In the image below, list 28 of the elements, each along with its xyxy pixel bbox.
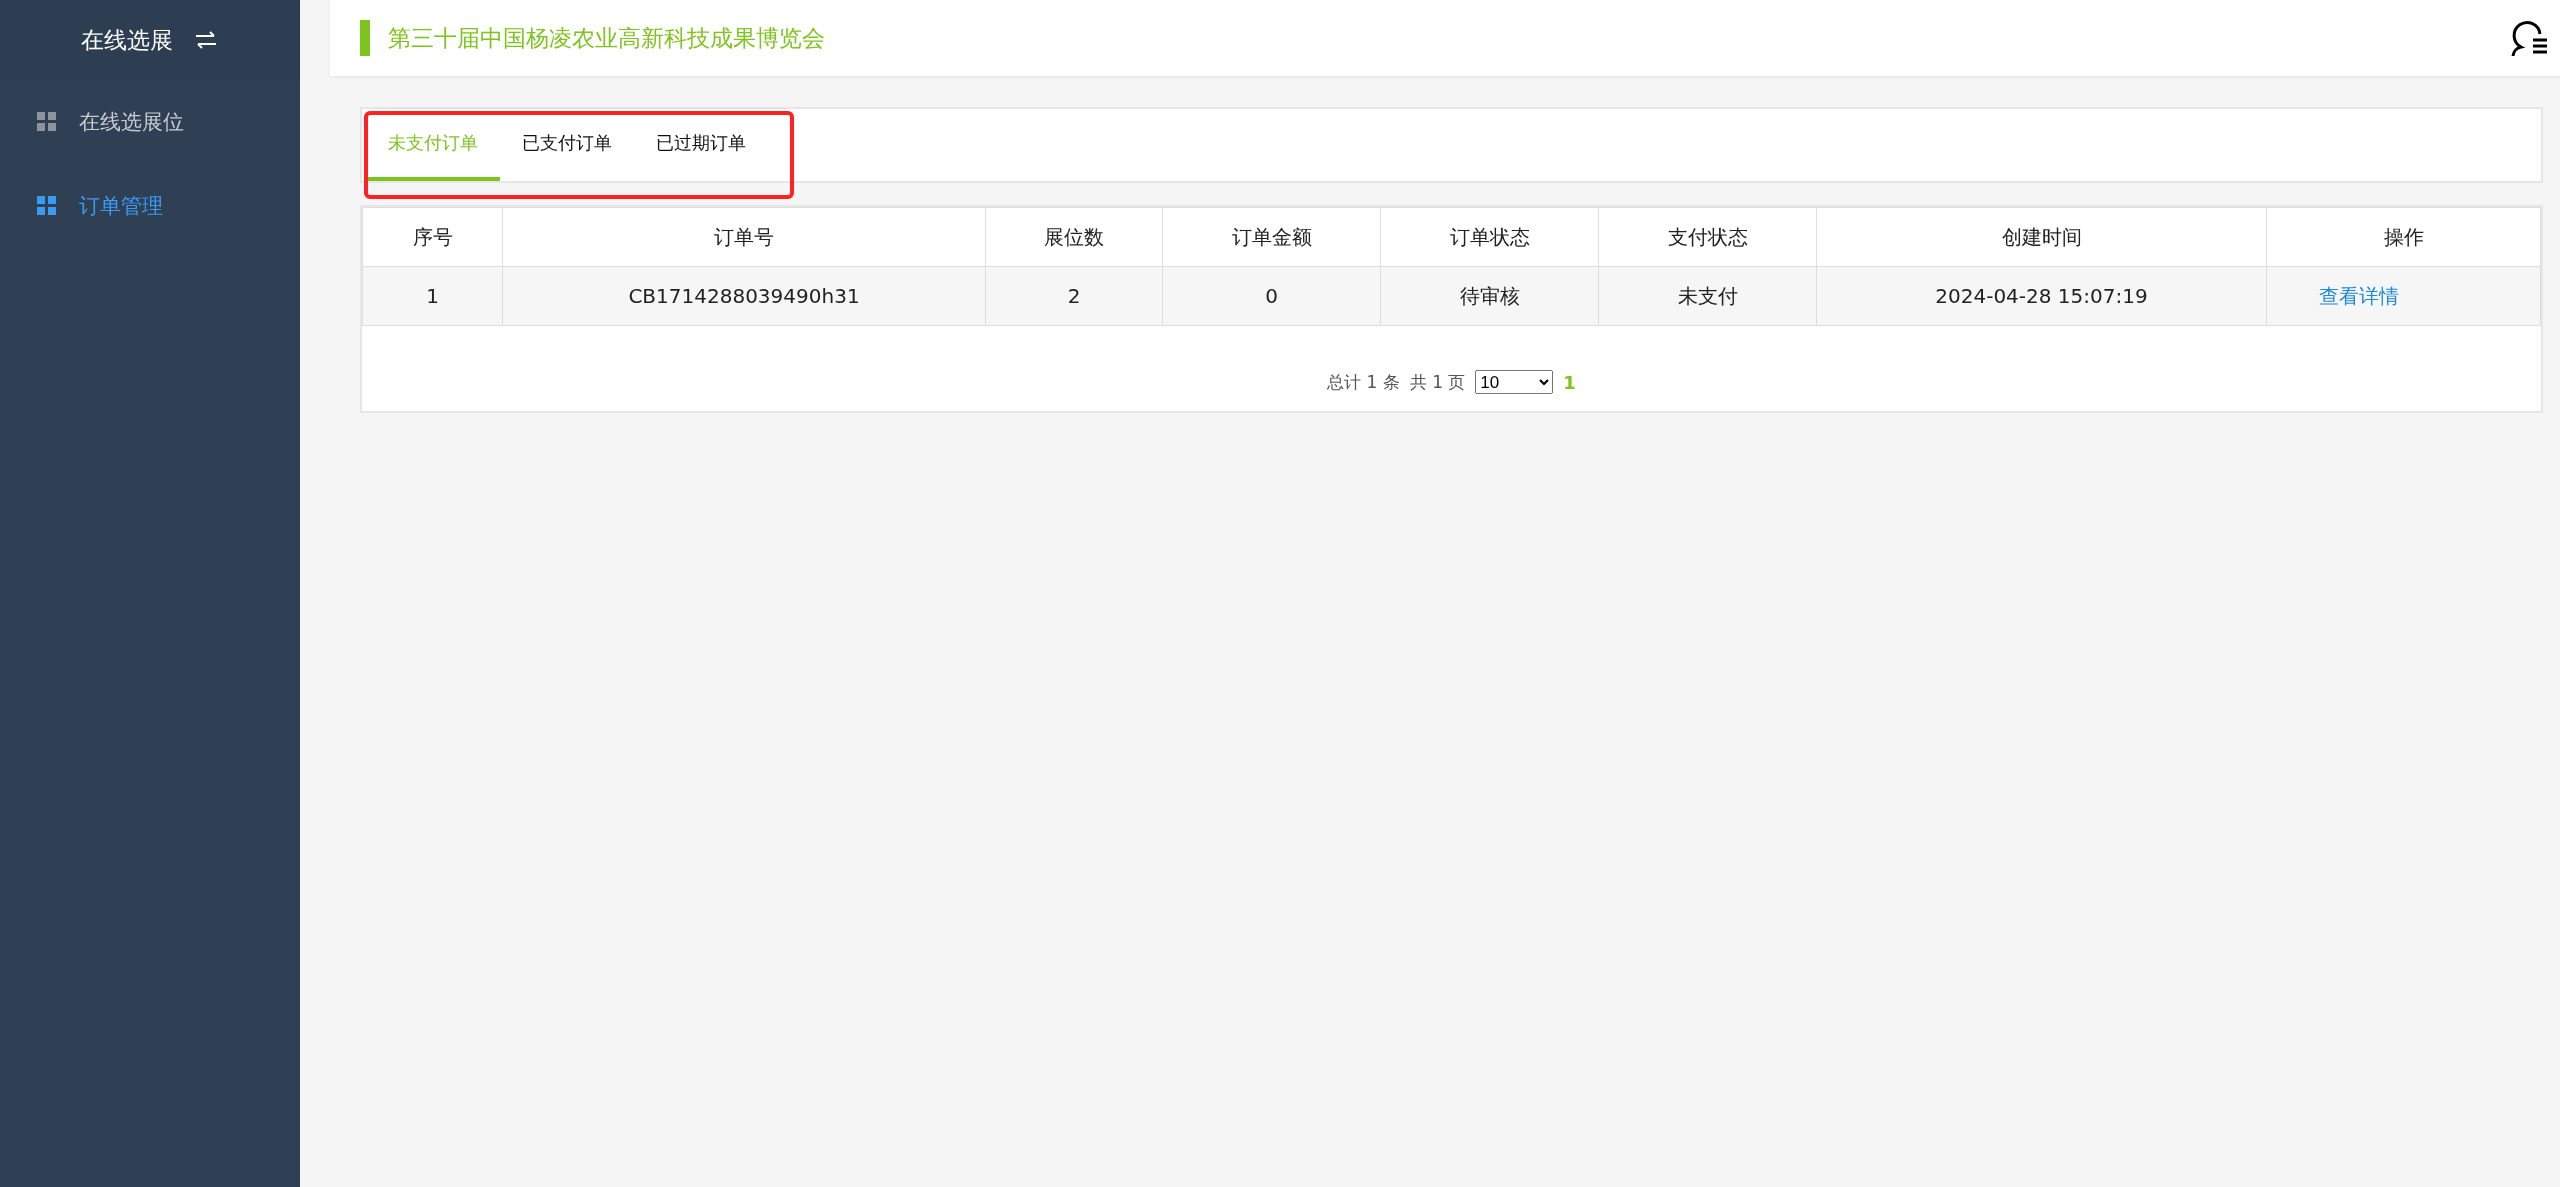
- sidebar-item[interactable]: 订单管理: [0, 164, 300, 248]
- column-header: 序号: [362, 207, 503, 267]
- grid-icon: [37, 112, 57, 132]
- accent-bar: [360, 20, 370, 56]
- sidebar-item[interactable]: 在线选展位: [0, 80, 300, 164]
- grid-icon: [37, 196, 57, 216]
- column-header: 创建时间: [1816, 207, 2267, 267]
- page-title: 第三十届中国杨凌农业高新科技成果博览会: [388, 23, 826, 53]
- table-cell: 1: [362, 266, 503, 326]
- column-header: 展位数: [985, 207, 1163, 267]
- table-cell: 待审核: [1380, 266, 1599, 326]
- column-header: 订单状态: [1380, 207, 1599, 267]
- order-tab[interactable]: 已支付订单: [500, 109, 634, 181]
- column-header: 操作: [2266, 207, 2541, 267]
- view-details-link[interactable]: 查看详情: [2318, 283, 2399, 308]
- total-count: 总计 1 条: [1327, 370, 1400, 394]
- table-cell: CB1714288039490h31: [502, 266, 986, 326]
- sidebar-title: 在线选展: [80, 25, 173, 55]
- table-cell: 2024-04-28 15:07:19: [1816, 266, 2267, 326]
- table-cell: 未支付: [1598, 266, 1817, 326]
- column-header: 订单金额: [1162, 207, 1381, 267]
- page-count: 共 1 页: [1409, 370, 1466, 394]
- order-tab[interactable]: 已过期订单: [634, 109, 768, 181]
- table-cell: 2: [985, 266, 1163, 326]
- column-header: 订单号: [502, 207, 986, 267]
- table-cell: 0: [1162, 266, 1381, 326]
- column-header: 支付状态: [1598, 207, 1817, 267]
- page-size-select[interactable]: 10: [1475, 370, 1554, 394]
